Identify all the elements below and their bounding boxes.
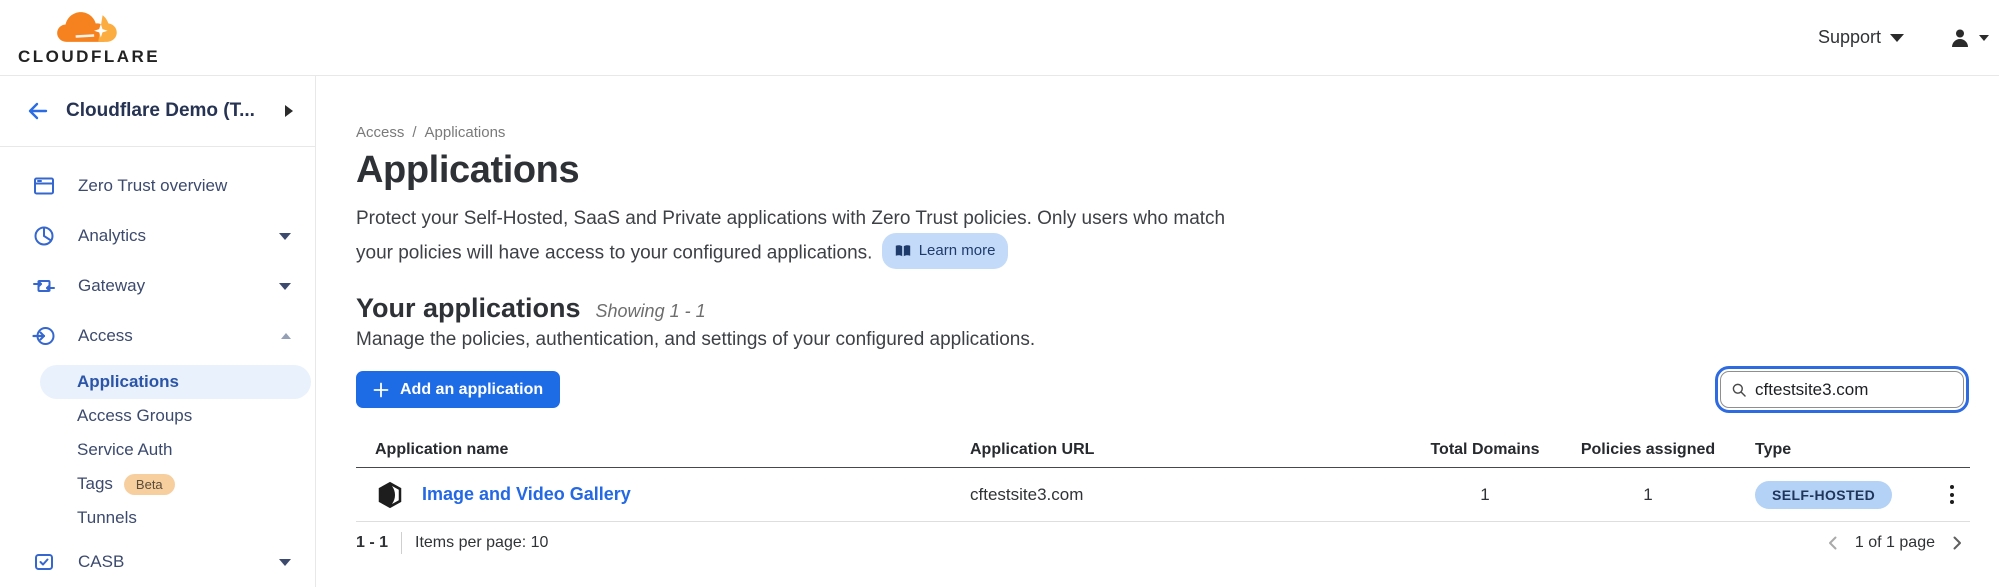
- sidebar-item-access-groups[interactable]: Access Groups: [40, 399, 311, 433]
- table-row: Image and Video Gallery cftestsite3.com …: [356, 468, 1970, 522]
- topbar: CLOUDFLARE Support: [0, 0, 1999, 76]
- app-cube-icon: [375, 480, 405, 510]
- application-url: cftestsite3.com: [970, 485, 1430, 505]
- policies-assigned-value: 1: [1578, 485, 1718, 505]
- sidebar-item-zero-trust-overview[interactable]: Zero Trust overview: [0, 161, 315, 211]
- caret-down-icon: [1890, 34, 1904, 42]
- next-page-icon[interactable]: [1948, 534, 1966, 552]
- support-menu[interactable]: Support: [1818, 27, 1904, 48]
- sidebar-item-label: Access Groups: [77, 406, 192, 426]
- analytics-pie-icon: [32, 224, 56, 248]
- breadcrumb: Access / Applications: [356, 124, 1999, 141]
- overview-window-icon: [32, 174, 56, 198]
- applications-table: Application name Application URL Total D…: [356, 432, 1970, 522]
- sidebar-item-label: Access: [78, 326, 133, 346]
- page-description: Protect your Self-Hosted, SaaS and Priva…: [356, 204, 1266, 269]
- caret-up-icon: [281, 333, 291, 339]
- search-input[interactable]: [1755, 380, 1953, 400]
- column-application-name: Application name: [356, 441, 970, 459]
- learn-more-label: Learn more: [919, 236, 996, 265]
- expand-sidebar-icon[interactable]: [285, 105, 293, 117]
- toolbar: Add an application: [356, 371, 1970, 408]
- account-name[interactable]: Cloudflare Demo (T...: [66, 100, 269, 122]
- page-description-text: Protect your Self-Hosted, SaaS and Priva…: [356, 208, 1225, 264]
- sidebar-item-label: Service Auth: [77, 440, 172, 460]
- logo-wordmark: CLOUDFLARE: [18, 47, 160, 67]
- caret-down-icon: [1979, 35, 1989, 41]
- sidebar-item-tags[interactable]: Tags Beta: [40, 467, 311, 501]
- add-application-button[interactable]: Add an application: [356, 371, 560, 408]
- sidebar-item-casb[interactable]: CASB: [0, 537, 315, 587]
- sidebar-item-label: Zero Trust overview: [78, 176, 227, 196]
- search-icon: [1731, 381, 1747, 399]
- column-policies-assigned: Policies assigned: [1578, 441, 1718, 459]
- sidebar-item-access[interactable]: Access: [0, 311, 315, 361]
- breadcrumb-access[interactable]: Access: [356, 124, 404, 141]
- plus-icon: [373, 382, 389, 398]
- caret-down-icon: [279, 283, 291, 290]
- application-search: [1720, 371, 1964, 408]
- user-menu[interactable]: [1948, 26, 1989, 50]
- pagination-range: 1 - 1: [356, 534, 388, 552]
- table-footer: 1 - 1 Items per page: 10 1 of 1 page: [356, 532, 1970, 554]
- breadcrumb-applications[interactable]: Applications: [425, 124, 506, 141]
- support-label: Support: [1818, 27, 1881, 48]
- beta-badge: Beta: [124, 474, 175, 495]
- account-switcher: Cloudflare Demo (T...: [0, 76, 315, 147]
- total-domains-value: 1: [1430, 485, 1540, 505]
- application-link[interactable]: Image and Video Gallery: [422, 484, 631, 505]
- row-actions-menu-icon[interactable]: [1946, 481, 1958, 508]
- previous-page-icon[interactable]: [1824, 534, 1842, 552]
- breadcrumb-separator: /: [412, 124, 416, 141]
- showing-count: Showing 1 - 1: [596, 301, 706, 322]
- sidebar-item-label: CASB: [78, 552, 124, 572]
- column-type: Type: [1755, 441, 1924, 459]
- person-icon: [1948, 26, 1972, 50]
- sidebar: Cloudflare Demo (T... Zero Trust overvie…: [0, 76, 316, 587]
- book-icon: [895, 244, 911, 258]
- sidebar-nav: Zero Trust overview Analytics Gateway: [0, 147, 315, 587]
- access-submenu: Applications Access Groups Service Auth …: [0, 365, 315, 535]
- sidebar-item-label: Tags: [77, 474, 113, 494]
- add-application-label: Add an application: [400, 381, 543, 399]
- access-login-icon: [32, 324, 56, 348]
- sidebar-item-label: Gateway: [78, 276, 145, 296]
- sidebar-item-tunnels[interactable]: Tunnels: [40, 501, 311, 535]
- caret-down-icon: [279, 559, 291, 566]
- sidebar-item-label: Analytics: [78, 226, 146, 246]
- gateway-icon: [32, 274, 56, 298]
- sidebar-item-label: Applications: [77, 372, 179, 392]
- page-title: Applications: [356, 149, 1999, 192]
- column-application-url: Application URL: [970, 441, 1430, 459]
- cloudflare-cloud-icon: [55, 8, 123, 45]
- table-header-row: Application name Application URL Total D…: [356, 432, 1970, 468]
- page-indicator: 1 of 1 page: [1855, 534, 1935, 552]
- arrow-left-icon[interactable]: [26, 99, 50, 123]
- sidebar-item-applications[interactable]: Applications: [40, 365, 311, 399]
- main-content: Access / Applications Applications Prote…: [316, 76, 1999, 587]
- section-title: Your applications: [356, 293, 581, 324]
- column-total-domains: Total Domains: [1430, 441, 1540, 459]
- sidebar-item-analytics[interactable]: Analytics: [0, 211, 315, 261]
- section-subtitle: Manage the policies, authentication, and…: [356, 329, 1999, 351]
- sidebar-item-service-auth[interactable]: Service Auth: [40, 433, 311, 467]
- learn-more-button[interactable]: Learn more: [882, 233, 1009, 269]
- sidebar-item-gateway[interactable]: Gateway: [0, 261, 315, 311]
- casb-check-icon: [32, 550, 56, 574]
- caret-down-icon: [279, 233, 291, 240]
- type-badge: SELF-HOSTED: [1755, 481, 1892, 509]
- divider: [401, 532, 402, 554]
- cloudflare-logo[interactable]: CLOUDFLARE: [18, 8, 160, 67]
- sidebar-item-label: Tunnels: [77, 508, 137, 528]
- items-per-page[interactable]: Items per page: 10: [415, 534, 548, 552]
